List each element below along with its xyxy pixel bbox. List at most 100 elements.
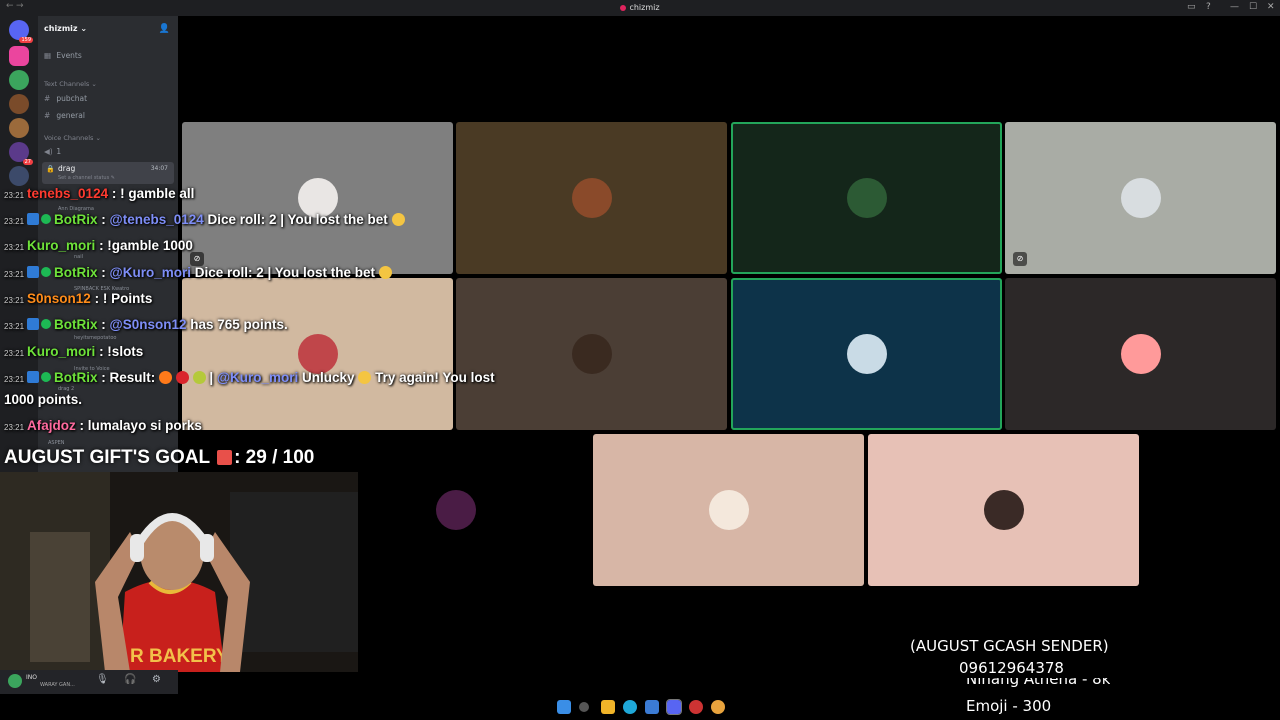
- video-tile[interactable]: [456, 278, 727, 430]
- inbox-icon[interactable]: ▭: [1187, 2, 1196, 12]
- verified-icon: [41, 214, 52, 224]
- chat-username: BotRix: [54, 370, 98, 385]
- avatar: [571, 334, 612, 374]
- store-icon[interactable]: [645, 700, 659, 714]
- chat-username: Kuro_mori: [27, 238, 96, 253]
- obs-icon[interactable]: [689, 700, 703, 714]
- chrome-icon[interactable]: [711, 700, 725, 714]
- app-logo-icon: [620, 5, 627, 11]
- events-label: Events: [56, 51, 82, 60]
- user-panel: INO WARAY GAN... 🎙 🎧 ⚙: [0, 670, 178, 694]
- chat-text: : Result:: [101, 370, 156, 385]
- chat-mention: @S0nson12: [109, 317, 187, 332]
- call-timer: 34:07: [150, 165, 168, 172]
- chat-message: 23:21 BotRix : @S0nson12 has 765 points.: [4, 317, 288, 332]
- edge-icon[interactable]: [623, 700, 637, 714]
- events-item[interactable]: ▦ Events: [44, 51, 82, 60]
- video-tile[interactable]: [731, 278, 1002, 430]
- voice-channel-drag[interactable]: 🔒 drag 34:07 Set a channel status ✎: [42, 162, 174, 184]
- maximize-button[interactable]: ☐: [1249, 2, 1257, 12]
- server-name[interactable]: chizmiz ⌄: [44, 24, 87, 33]
- speaker-icon: ◀): [44, 147, 53, 156]
- voice-member[interactable]: heyitsmepotatoo: [74, 335, 116, 341]
- server-label: ASPEN: [48, 440, 65, 446]
- video-tile[interactable]: [1005, 278, 1276, 430]
- timestamp: 23:21: [4, 375, 25, 384]
- search-icon[interactable]: [579, 702, 589, 712]
- server-icon[interactable]: [9, 46, 29, 66]
- gcash-number: 09612964378: [959, 659, 1064, 677]
- microphone-icon[interactable]: 🎙: [96, 674, 109, 685]
- channel-status[interactable]: Set a channel status ✎: [58, 175, 115, 181]
- chat-message-continuation: 1000 points.: [4, 392, 82, 407]
- timestamp: 23:21: [4, 322, 25, 331]
- invite-people-icon[interactable]: 👤: [159, 24, 170, 34]
- close-button[interactable]: ✕: [1267, 2, 1275, 12]
- chat-username: BotRix: [54, 265, 98, 280]
- avatar: [571, 178, 612, 218]
- disappointed-emoji-icon: [358, 371, 372, 384]
- chat-text: : !gamble 1000: [99, 238, 193, 253]
- chat-text: has 765 points.: [186, 317, 288, 332]
- bot-icon: [27, 213, 40, 225]
- title-bar: ← → chizmiz ▭ ? — ☐ ✕: [0, 0, 1280, 16]
- video-tile[interactable]: [593, 434, 864, 586]
- server-icon[interactable]: [9, 166, 29, 186]
- headset-icon[interactable]: 🎧: [124, 674, 136, 685]
- chat-text: 1000 points.: [4, 392, 83, 407]
- video-tile[interactable]: [456, 122, 727, 274]
- discord-home-icon[interactable]: 159: [9, 20, 33, 43]
- video-tile[interactable]: [182, 278, 453, 430]
- user-name: INO: [26, 674, 37, 681]
- channel-pubchat[interactable]: # pubchat: [44, 94, 87, 103]
- gift-goal-banner: AUGUST GIFT'S GOAL : 29 / 100: [4, 447, 314, 469]
- chat-text: Try again! You lost: [371, 370, 495, 385]
- gift-goal-label: AUGUST GIFT'S GOAL: [4, 447, 210, 468]
- video-tile[interactable]: ⊘: [182, 122, 453, 274]
- mention-badge: 27: [22, 159, 33, 165]
- avatar: [1120, 334, 1161, 374]
- chat-mention: @tenebs_0124: [109, 212, 204, 227]
- avatar[interactable]: [8, 674, 22, 688]
- verified-icon: [41, 267, 52, 277]
- window-title: chizmiz: [0, 3, 1280, 12]
- webcam-image: R BAKERY: [0, 472, 358, 672]
- video-tile[interactable]: ⊘: [1005, 122, 1276, 274]
- server-icon[interactable]: [9, 118, 29, 138]
- voice-channel-1[interactable]: ◀) 1: [44, 147, 61, 156]
- text-channels-category[interactable]: Text Channels ⌄: [44, 80, 97, 88]
- sender-line: Ninang Athena - 8k: [966, 678, 1110, 690]
- lock-icon: 🔒: [46, 165, 55, 173]
- settings-gear-icon[interactable]: ⚙: [152, 674, 161, 685]
- chat-text: Dice roll: 2 | You lost the bet: [203, 212, 388, 227]
- voice-channels-category[interactable]: Voice Channels ⌄: [44, 134, 101, 142]
- chat-text: Dice roll: 2 | You lost the bet: [190, 265, 376, 280]
- chat-message: 23:21 Kuro_mori : !slots: [4, 344, 143, 359]
- chat-mention: @Kuro_mori: [216, 370, 299, 385]
- bot-icon: [27, 266, 40, 278]
- video-tile[interactable]: [320, 434, 591, 586]
- chat-text: Unlucky: [298, 370, 355, 385]
- chat-text: : ! gamble all: [111, 186, 195, 201]
- video-tile[interactable]: [731, 122, 1002, 274]
- chat-message: 23:21 BotRix : Result: | @Kuro_mori Unluc…: [4, 370, 495, 385]
- channel-general[interactable]: # general: [44, 111, 85, 120]
- avatar: [708, 490, 749, 530]
- file-explorer-icon[interactable]: [601, 700, 615, 714]
- gift-icon: [217, 450, 233, 465]
- sender-line-text: Ninang Athena - 8k: [966, 678, 1111, 688]
- bot-icon: [27, 371, 40, 383]
- chat-username: Afajdoz: [27, 418, 76, 433]
- server-icon[interactable]: [9, 94, 29, 114]
- chat-mention: @Kuro_mori: [109, 265, 191, 280]
- help-icon[interactable]: ?: [1206, 2, 1211, 12]
- avatar: [983, 490, 1024, 530]
- voice-member[interactable]: nail: [74, 254, 83, 260]
- chat-text: : ! Points: [94, 291, 153, 306]
- minimize-button[interactable]: —: [1230, 2, 1239, 12]
- windows-start-icon[interactable]: [557, 700, 571, 714]
- video-tile[interactable]: [868, 434, 1139, 586]
- discord-icon[interactable]: [666, 699, 682, 715]
- server-icon[interactable]: [9, 70, 29, 90]
- server-icon[interactable]: 27: [9, 142, 33, 165]
